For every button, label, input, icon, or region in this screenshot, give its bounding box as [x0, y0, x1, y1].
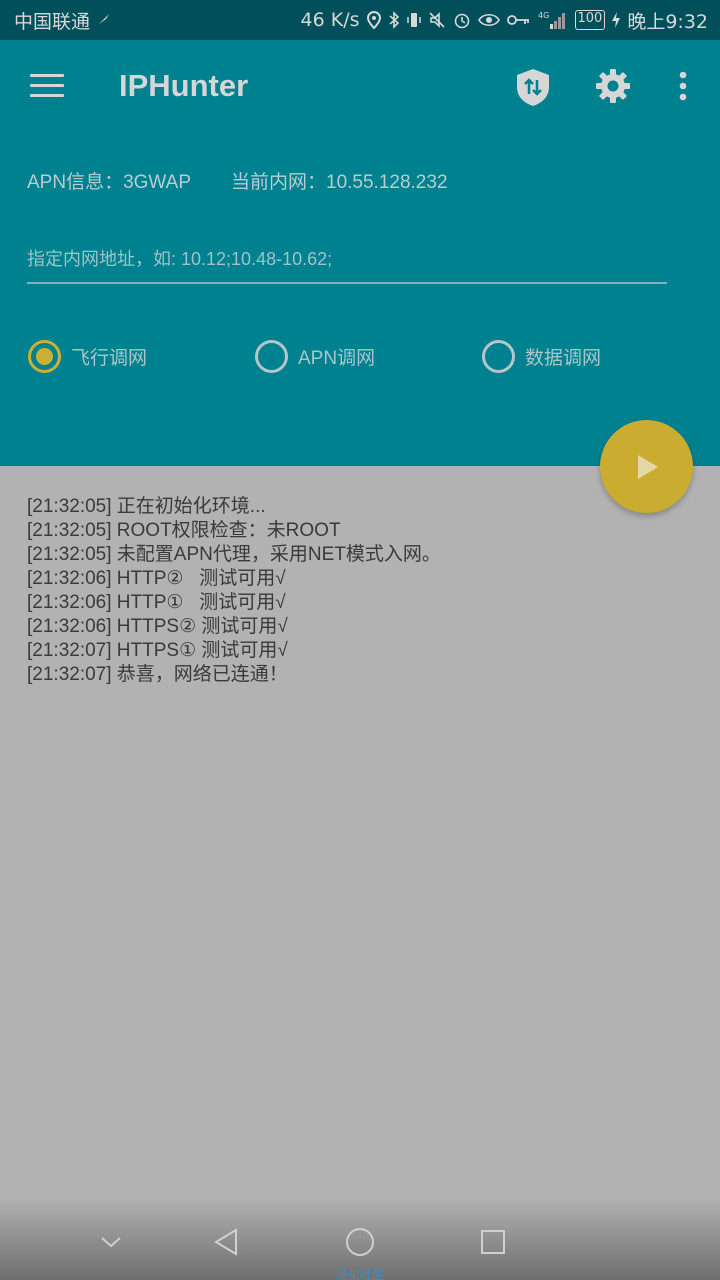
apn-info: APN信息：3GWAP: [27, 172, 191, 193]
signal-icon: 4G: [538, 10, 568, 30]
shield-icon[interactable]: [514, 67, 552, 107]
status-bar: 中国联通 46 K/s 4G 100 晚上9:32: [0, 0, 720, 40]
log-line: [21:32:05] 正在初始化环境...: [27, 496, 266, 517]
log-line: [21:32:07] HTTPS① 测试可用√: [27, 640, 288, 661]
battery-level: 100: [577, 11, 603, 26]
clock-label: 晚上9:32: [627, 10, 708, 33]
location-icon: [366, 11, 381, 29]
log-line: [21:32:05] 未配置APN代理，采用NET模式入网。: [27, 544, 441, 565]
back-icon[interactable]: [206, 1222, 246, 1262]
menu-icon[interactable]: [30, 74, 64, 100]
alarm-icon: [453, 11, 471, 29]
log-panel: [21:32:05] 正在初始化环境... [21:32:05] ROOT权限检…: [27, 495, 687, 687]
charging-icon: [612, 12, 621, 28]
radio-label: APN调网: [298, 348, 376, 369]
mute-icon: [428, 11, 446, 29]
log-line: [21:32:06] HTTPS② 测试可用√: [27, 616, 288, 637]
status-right: 46 K/s 4G 100 晚上9:32: [301, 7, 708, 34]
home-icon[interactable]: [340, 1222, 380, 1262]
log-line: [21:32:06] HTTP② 测试可用√: [27, 568, 286, 589]
intranet-info: 当前内网：10.55.128.232: [231, 172, 448, 193]
chevron-down-icon[interactable]: [91, 1222, 131, 1262]
radio-unchecked-icon: [255, 340, 288, 373]
network-info-row: APN信息：3GWAP 当前内网：10.55.128.232: [27, 167, 448, 194]
battery-icon: 100: [574, 10, 606, 30]
radio-label: 数据调网: [525, 348, 602, 369]
play-icon: [637, 454, 658, 479]
eye-icon: [477, 12, 500, 28]
more-vert-icon[interactable]: [670, 70, 696, 104]
network-type-label: 4G: [538, 11, 549, 20]
speed-label: 46 K/s: [300, 9, 360, 31]
header-panel: IPHunter APN信息：3GWAP 当前内网：10.55.128.232 …: [0, 40, 720, 466]
bluetooth-icon: [388, 11, 400, 29]
radio-unchecked-icon: [482, 340, 515, 373]
radio-airplane-mode[interactable]: 飞行调网: [28, 340, 147, 373]
log-line: [21:32:06] HTTP① 测试可用√: [27, 592, 286, 613]
radio-data-mode[interactable]: 数据调网: [482, 340, 601, 373]
mode-radio-group: 飞行调网 APN调网 数据调网: [0, 340, 720, 376]
vibrate-icon: [406, 11, 421, 29]
log-line: [21:32:05] ROOT权限检查：未ROOT: [27, 520, 341, 541]
intranet-address-input[interactable]: [27, 236, 667, 284]
toolbar: IPHunter: [0, 40, 720, 136]
log-line: [21:32:07] 恭喜，网络已连通！: [27, 664, 288, 685]
watermark-label: 流星社区: [335, 1268, 384, 1280]
recents-icon[interactable]: [473, 1222, 513, 1262]
radio-apn-mode[interactable]: APN调网: [255, 340, 375, 373]
rocket-icon: [97, 9, 111, 31]
carrier-label: 中国联通: [14, 10, 91, 33]
status-left: 中国联通: [14, 7, 111, 34]
gear-icon[interactable]: [594, 67, 632, 105]
key-icon: [506, 13, 531, 27]
radio-label: 飞行调网: [71, 348, 148, 369]
radio-checked-icon: [28, 340, 61, 373]
app-title: IPHunter: [119, 68, 249, 103]
